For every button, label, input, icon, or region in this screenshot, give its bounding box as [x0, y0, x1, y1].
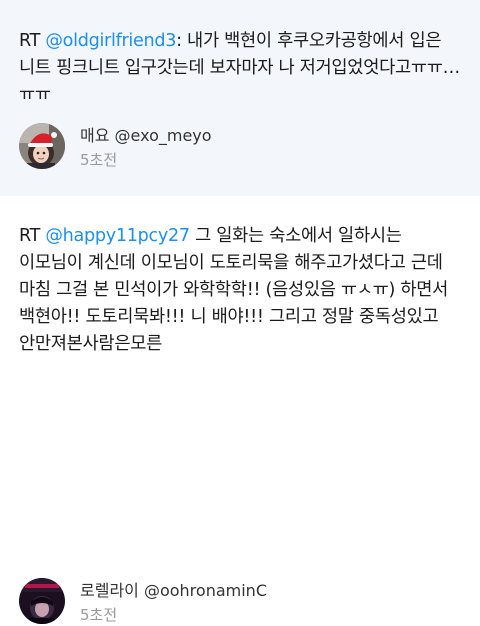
tweet-text: RT @happy11pcy27 그 일화는 숙소에서 일하시는 이모님이 계신…	[19, 206, 466, 358]
timestamp: 5초전	[80, 151, 118, 169]
mention-link[interactable]: @oldgirlfriend3	[45, 31, 176, 51]
timeline-feed: RT @oldgirlfriend3: 내가 백현이 후쿠오카공항에서 입은 니…	[0, 0, 480, 624]
author-meta: 로렐라이 @oohronaminC 5초전	[80, 578, 267, 626]
dark-portrait-avatar-icon[interactable]	[19, 578, 65, 624]
santa-hat-avatar-icon[interactable]	[19, 123, 65, 169]
retweet-prefix: RT	[19, 226, 46, 246]
author-name[interactable]: 매요 @exo_meyo	[80, 125, 212, 147]
author-meta: 매요 @exo_meyo 5초전	[80, 123, 212, 171]
tweet-card[interactable]: RT @oldgirlfriend3: 내가 백현이 후쿠오카공항에서 입은 니…	[0, 0, 480, 196]
tweet-text: RT @oldgirlfriend3: 내가 백현이 후쿠오카공항에서 입은 니…	[19, 0, 466, 109]
tweet-card[interactable]: RT @happy11pcy27 그 일화는 숙소에서 일하시는 이모님이 계신…	[0, 206, 480, 624]
author-name[interactable]: 로렐라이 @oohronaminC	[80, 580, 267, 602]
mention-link[interactable]: @happy11pcy27	[45, 226, 190, 246]
retweet-prefix: RT	[19, 31, 46, 51]
tweet-author: 로렐라이 @oohronaminC 5초전	[19, 578, 267, 626]
tweet-author: 매요 @exo_meyo 5초전	[19, 123, 212, 171]
timestamp: 5초전	[80, 606, 118, 624]
